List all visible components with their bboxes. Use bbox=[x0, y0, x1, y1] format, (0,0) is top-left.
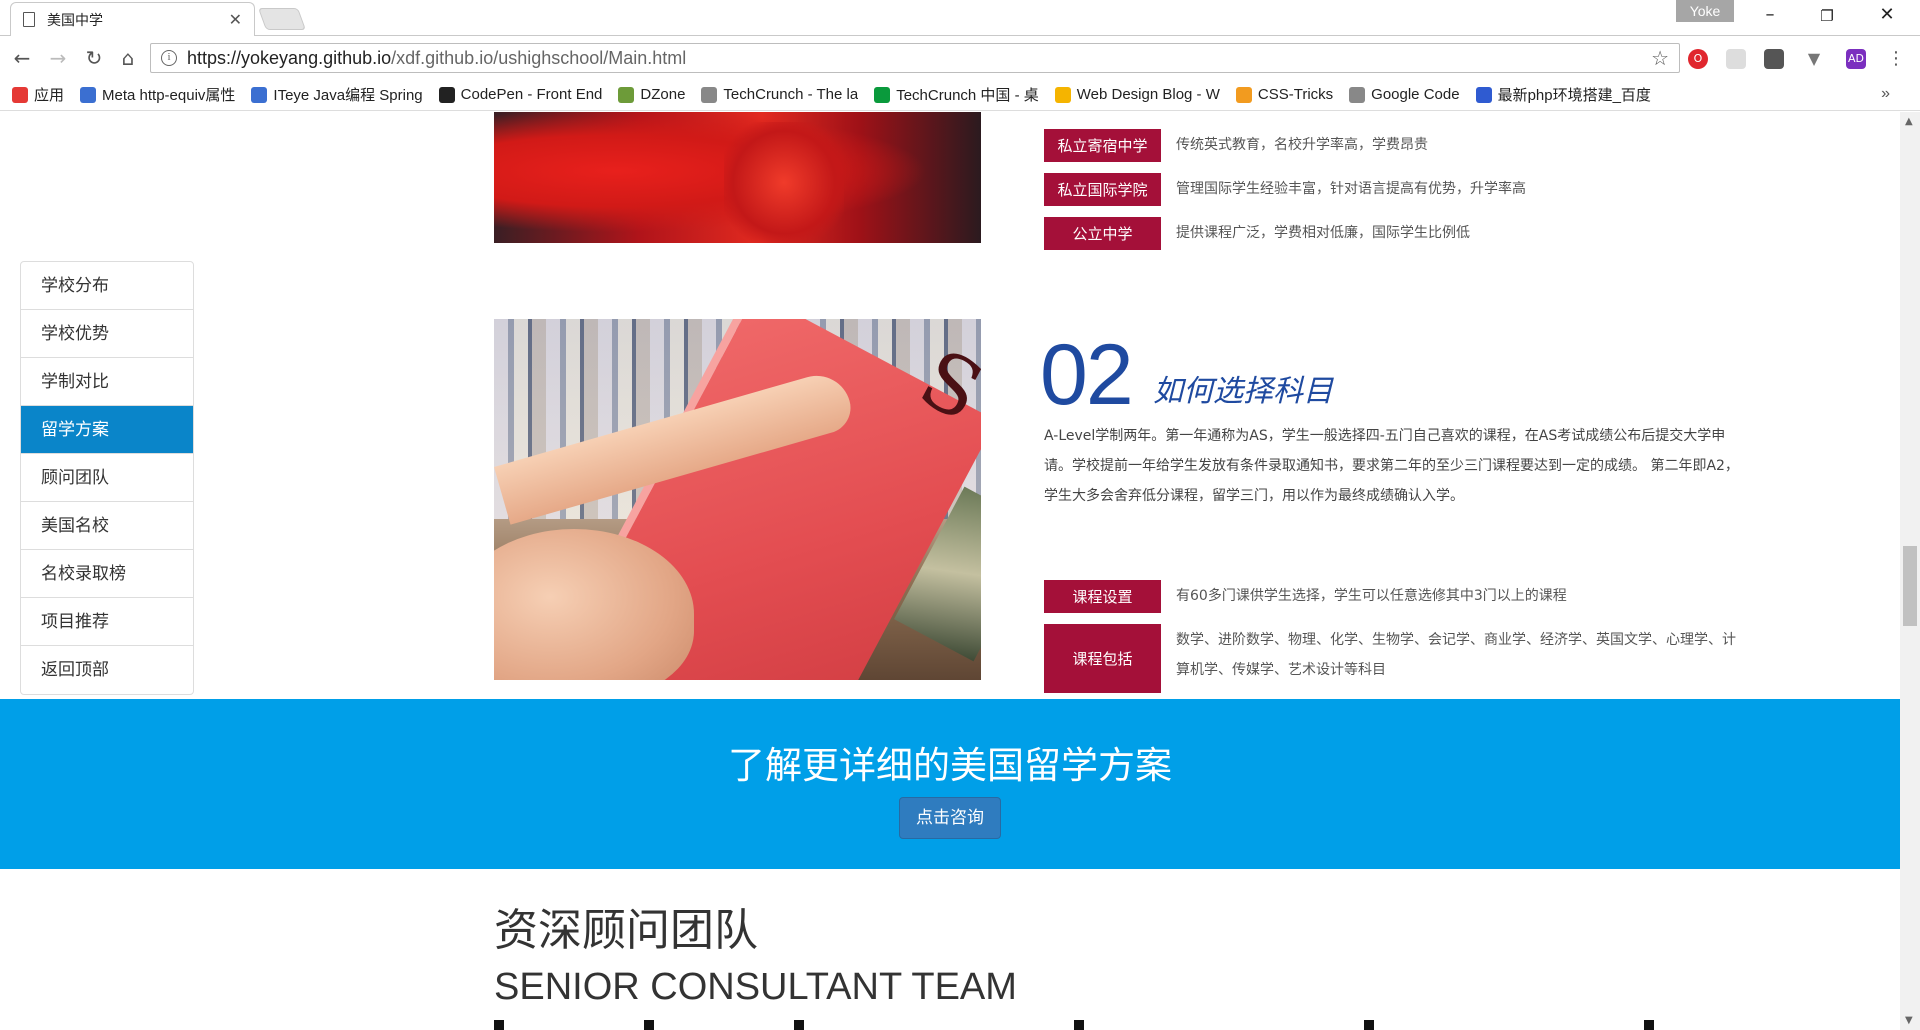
page-viewport: 私立寄宿中学 传统英式教育，名校升学率高，学费昂贵私立国际学院 管理国际学生经验丰富… bbox=[0, 112, 1900, 1030]
scroll-down-icon[interactable]: ▼ bbox=[1905, 1015, 1913, 1026]
school-type-tag: 私立寄宿中学 bbox=[1044, 129, 1161, 162]
close-tab-icon[interactable]: ✕ bbox=[229, 10, 242, 29]
bookmark-star-icon[interactable]: ☆ bbox=[1651, 46, 1669, 71]
url-path: /xdf.github.io/ushighschool/Main.html bbox=[391, 47, 687, 68]
webdesign-icon bbox=[1054, 86, 1071, 103]
school-type-tag: 私立国际学院 bbox=[1044, 173, 1161, 206]
bookmark-item[interactable]: CSS-Tricks bbox=[1235, 86, 1334, 103]
bookmark-item[interactable]: TechCrunch 中国 - 桌 bbox=[874, 84, 1039, 105]
baidu-icon bbox=[1475, 86, 1492, 103]
bookmark-item[interactable]: ITeye Java编程 Spring bbox=[251, 84, 423, 105]
sidenav-item[interactable]: 返回顶部 bbox=[21, 646, 193, 694]
opera-extension-icon[interactable]: O bbox=[1688, 49, 1708, 69]
bookmark-label: Web Design Blog - W bbox=[1076, 86, 1220, 103]
extension-grid-icon[interactable] bbox=[1726, 49, 1746, 69]
reload-icon[interactable]: ↻ bbox=[80, 46, 108, 70]
page-icon bbox=[1349, 86, 1366, 103]
tab-title: 美国中学 bbox=[47, 12, 103, 29]
back-icon[interactable]: ← bbox=[8, 46, 36, 70]
bookmark-label: ITeye Java编程 Spring bbox=[273, 87, 423, 104]
section-title: 如何选择科目 bbox=[1153, 374, 1333, 409]
sidenav-item[interactable]: 学制对比 bbox=[21, 358, 193, 406]
consult-button[interactable]: 点击咨询 bbox=[899, 797, 1001, 839]
bookmark-label: CSS-Tricks bbox=[1257, 86, 1334, 103]
section-number: 02 bbox=[1040, 327, 1134, 423]
school-type-desc: 提供课程广泛，学费相对低廉，国际学生比例低 bbox=[1176, 225, 1470, 241]
bookmark-label: 最新php环境搭建_百度 bbox=[1497, 87, 1651, 104]
menu-icon[interactable]: ⋮ bbox=[1886, 49, 1906, 69]
sidenav-item[interactable]: 美国名校 bbox=[21, 502, 193, 550]
scrollbar-thumb[interactable] bbox=[1903, 546, 1917, 626]
book-photo: S bbox=[494, 319, 981, 680]
banner-title: 了解更详细的美国留学方案 bbox=[728, 744, 1172, 787]
team-title-en: SENIOR CONSULTANT TEAM bbox=[494, 966, 1017, 1008]
bookmark-item[interactable]: Meta http-equiv属性 bbox=[80, 84, 235, 105]
sidenav-item[interactable]: 项目推荐 bbox=[21, 598, 193, 646]
ie-bookmark-icon bbox=[80, 86, 97, 103]
bookmarks-bar: 应用 Meta http-equiv属性 ITeye Java编程 Spring Co… bbox=[0, 79, 1920, 111]
course-tag: 课程包括 bbox=[1044, 624, 1161, 693]
browser-toolbar: ← → ↻ ⌂ i https://yokeyang.github.io/xdf… bbox=[0, 37, 1920, 79]
bookmark-item[interactable]: Web Design Blog - W bbox=[1054, 86, 1220, 103]
restore-icon[interactable]: ❐ bbox=[1812, 7, 1842, 25]
home-icon[interactable]: ⌂ bbox=[114, 46, 142, 70]
bookmark-label: TechCrunch 中国 - 桌 bbox=[896, 87, 1039, 104]
iteye-bookmark-icon bbox=[251, 86, 268, 103]
info-icon[interactable]: i bbox=[161, 50, 177, 66]
bookmark-item[interactable]: TechCrunch - The la bbox=[701, 86, 858, 103]
scroll-up-icon[interactable]: ▲ bbox=[1905, 116, 1913, 127]
bookmark-item[interactable]: CodePen - Front End bbox=[438, 86, 603, 103]
sidenav-item[interactable]: 顾问团队 bbox=[21, 454, 193, 502]
team-title-cn: 资深顾问团队 bbox=[494, 905, 758, 956]
course-desc: 有60多门课供学生选择，学生可以任意选修其中3门以上的课程 bbox=[1176, 588, 1567, 604]
bookmark-item[interactable]: 应用 bbox=[12, 84, 64, 105]
page-icon bbox=[23, 12, 35, 27]
browser-tab[interactable]: 美国中学 ✕ bbox=[10, 2, 255, 36]
css-tricks-icon bbox=[1235, 86, 1252, 103]
side-navigation: 学校分布 学校优势 学制对比 留学方案 顾问团队 美国名校 名校录取榜 项目推荐 返回顶部 bbox=[20, 261, 194, 695]
bookmark-label: TechCrunch - The la bbox=[723, 86, 859, 103]
extension-screenshot-icon[interactable] bbox=[1764, 49, 1784, 69]
bookmarks-overflow-icon[interactable]: » bbox=[1881, 85, 1890, 103]
team-content-peek bbox=[494, 1020, 1654, 1030]
consult-banner: 了解更详细的美国留学方案 点击咨询 bbox=[0, 699, 1900, 869]
codepen-icon bbox=[438, 86, 455, 103]
address-bar[interactable]: i https://yokeyang.github.io/xdf.github.… bbox=[150, 43, 1680, 73]
sidenav-item[interactable]: 名校录取榜 bbox=[21, 550, 193, 598]
course-tag: 课程设置 bbox=[1044, 580, 1161, 613]
school-type-desc: 管理国际学生经验丰富，针对语言提高有优势，升学率高 bbox=[1176, 181, 1526, 197]
vue-devtools-icon[interactable]: ▼ bbox=[1804, 49, 1824, 69]
dzone-icon bbox=[618, 86, 635, 103]
adblock-icon[interactable]: AD bbox=[1846, 49, 1866, 69]
school-type-tag: 公立中学 bbox=[1044, 217, 1161, 250]
bookmark-label: Meta http-equiv属性 bbox=[102, 87, 236, 104]
bookmark-label: Google Code bbox=[1371, 86, 1460, 103]
students-photo bbox=[494, 112, 981, 243]
minimize-icon[interactable]: – bbox=[1755, 4, 1785, 25]
sidenav-item[interactable]: 留学方案 bbox=[21, 406, 193, 454]
bookmark-item[interactable]: Google Code bbox=[1349, 86, 1460, 103]
course-desc: 数学、进阶数学、物理、化学、生物学、会记学、商业学、经济学、英国文学、心理学、计… bbox=[1176, 632, 1736, 678]
section-paragraph: A-Level学制两年。第一年通称为AS，学生一般选择四-五门自己喜欢的课程，在… bbox=[1044, 428, 1739, 504]
url-host: https://yokeyang.github.io bbox=[187, 47, 392, 68]
profile-button[interactable]: Yoke bbox=[1676, 0, 1734, 22]
bookmark-label: CodePen - Front End bbox=[460, 86, 603, 103]
bookmark-label: 应用 bbox=[34, 87, 65, 104]
sidenav-item[interactable]: 学校分布 bbox=[21, 262, 193, 310]
page-scrollbar[interactable]: ▲ ▼ bbox=[1900, 112, 1920, 1030]
apps-grid-icon bbox=[12, 86, 28, 103]
new-tab-button[interactable] bbox=[257, 8, 307, 30]
bookmark-label: DZone bbox=[640, 86, 686, 103]
close-window-icon[interactable]: ✕ bbox=[1872, 4, 1902, 25]
school-type-desc: 传统英式教育，名校升学率高，学费昂贵 bbox=[1176, 137, 1428, 153]
bookmark-item[interactable]: 最新php环境搭建_百度 bbox=[1475, 84, 1651, 105]
tab-strip: 美国中学 ✕ Yoke – ❐ ✕ bbox=[0, 0, 1920, 36]
techcrunch-icon bbox=[874, 86, 891, 103]
bookmark-item[interactable]: DZone bbox=[618, 86, 685, 103]
page-icon bbox=[701, 86, 718, 103]
sidenav-item[interactable]: 学校优势 bbox=[21, 310, 193, 358]
forward-icon[interactable]: → bbox=[44, 46, 72, 70]
